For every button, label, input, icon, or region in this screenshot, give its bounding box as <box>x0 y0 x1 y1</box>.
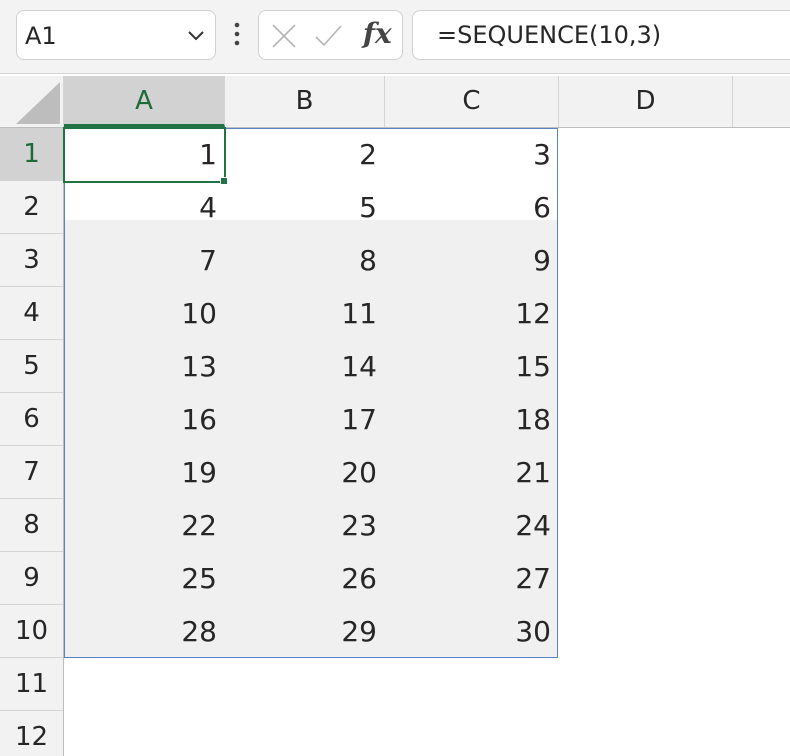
row-header-9[interactable]: 9 <box>0 552 63 605</box>
cell-a6[interactable]: 16 <box>64 393 225 446</box>
cell-a3[interactable]: 7 <box>64 234 225 287</box>
cell-a7[interactable]: 19 <box>64 446 225 499</box>
cell-c5[interactable]: 15 <box>385 340 559 393</box>
more-options-icon[interactable] <box>228 20 246 50</box>
column-header-b[interactable]: B <box>225 76 385 127</box>
row-header-5[interactable]: 5 <box>0 340 63 393</box>
cell-a10[interactable]: 28 <box>64 605 225 658</box>
name-box-value: A1 <box>25 22 57 50</box>
cell-grid[interactable]: 1 2 3 4 5 6 7 8 9 10 11 12 13 14 15 16 17 18 19 20 21 22 23 24 2… <box>63 127 790 756</box>
cell-c7[interactable]: 21 <box>385 446 559 499</box>
column-header-a[interactable]: A <box>64 76 225 127</box>
fill-handle[interactable] <box>220 177 228 185</box>
row-header-7[interactable]: 7 <box>0 446 63 499</box>
cell-c8[interactable]: 24 <box>385 499 559 552</box>
column-header-d[interactable]: D <box>559 76 733 127</box>
cell-b8[interactable]: 23 <box>225 499 385 552</box>
column-headers: A B C D <box>0 76 790 128</box>
cell-c3[interactable]: 9 <box>385 234 559 287</box>
cell-b6[interactable]: 17 <box>225 393 385 446</box>
row-header-6[interactable]: 6 <box>0 393 63 446</box>
row-header-4[interactable]: 4 <box>0 287 63 340</box>
cell-c1[interactable]: 3 <box>385 128 559 181</box>
cell-c10[interactable]: 30 <box>385 605 559 658</box>
formula-input[interactable]: =SEQUENCE(10,3) <box>412 10 790 60</box>
name-box[interactable]: A1 <box>16 10 216 60</box>
cell-b1[interactable]: 2 <box>225 128 385 181</box>
cell-b2[interactable]: 5 <box>225 181 385 234</box>
cell-a2[interactable]: 4 <box>64 181 225 234</box>
row-header-1[interactable]: 1 <box>0 128 63 181</box>
select-all-button[interactable] <box>0 76 64 127</box>
row-header-12[interactable]: 12 <box>0 711 63 756</box>
chevron-down-icon[interactable] <box>183 23 209 49</box>
select-all-triangle-icon <box>16 82 60 124</box>
spreadsheet-app: A1 fx =SEQUENCE(10,3) A B C D 1 2 3 4 5 … <box>0 0 790 756</box>
cancel-icon[interactable] <box>269 21 299 51</box>
row-header-10[interactable]: 10 <box>0 605 63 658</box>
cell-b9[interactable]: 26 <box>225 552 385 605</box>
row-header-3[interactable]: 3 <box>0 234 63 287</box>
cell-b4[interactable]: 11 <box>225 287 385 340</box>
cell-c9[interactable]: 27 <box>385 552 559 605</box>
row-headers: 1 2 3 4 5 6 7 8 9 10 11 12 <box>0 128 64 756</box>
formula-edit-buttons: fx <box>258 10 403 60</box>
row-header-8[interactable]: 8 <box>0 499 63 552</box>
row-header-2[interactable]: 2 <box>0 181 63 234</box>
cell-a8[interactable]: 22 <box>64 499 225 552</box>
cell-b3[interactable]: 8 <box>225 234 385 287</box>
formula-bar: A1 fx =SEQUENCE(10,3) <box>0 0 790 74</box>
cell-b7[interactable]: 20 <box>225 446 385 499</box>
cell-c2[interactable]: 6 <box>385 181 559 234</box>
row-header-11[interactable]: 11 <box>0 658 63 711</box>
enter-checkmark-icon[interactable] <box>313 21 343 51</box>
cell-c6[interactable]: 18 <box>385 393 559 446</box>
cell-b5[interactable]: 14 <box>225 340 385 393</box>
cell-a5[interactable]: 13 <box>64 340 225 393</box>
cell-a9[interactable]: 25 <box>64 552 225 605</box>
cell-a4[interactable]: 10 <box>64 287 225 340</box>
cell-b10[interactable]: 29 <box>225 605 385 658</box>
insert-function-icon[interactable]: fx <box>363 16 399 52</box>
cell-c4[interactable]: 12 <box>385 287 559 340</box>
active-cell-border <box>63 127 226 183</box>
column-header-c[interactable]: C <box>385 76 559 127</box>
formula-text: =SEQUENCE(10,3) <box>437 21 662 49</box>
